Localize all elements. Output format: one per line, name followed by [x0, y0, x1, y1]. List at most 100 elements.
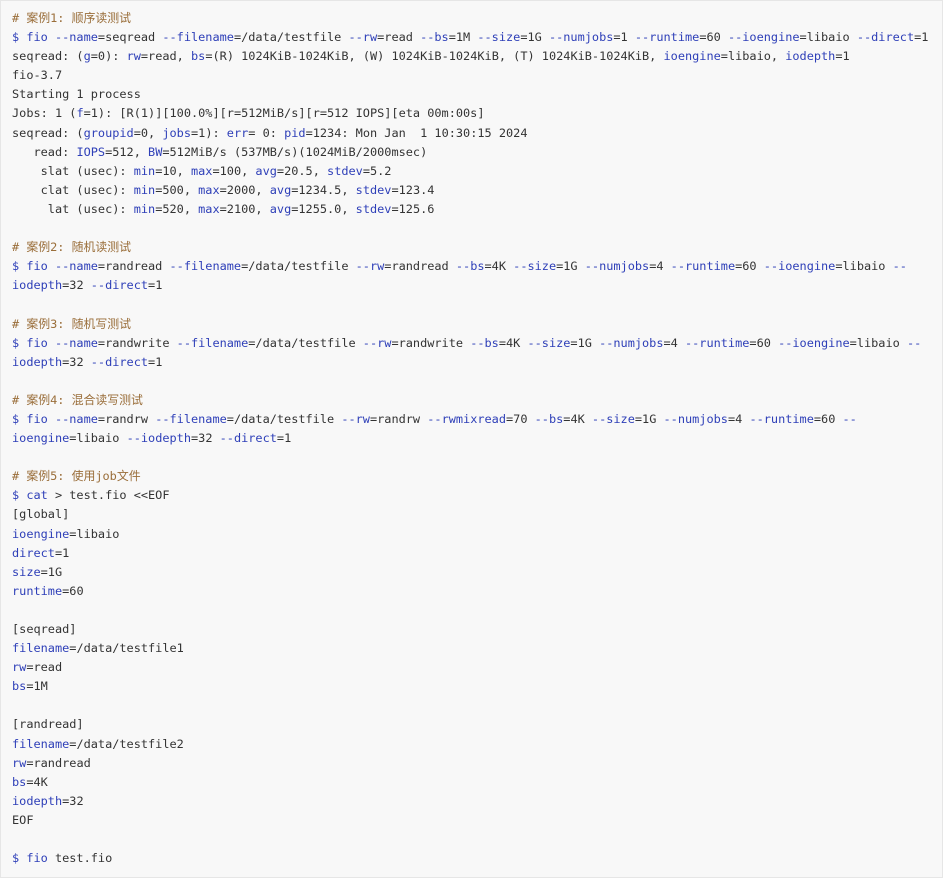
code-text: =(R) 1024KiB-1024KiB, (W) 1024KiB-1024Ki…: [205, 49, 664, 64]
code-line: ioengine=libaio --iodepth=32 --direct=1: [12, 429, 938, 448]
code-text: =/data/testfile: [248, 335, 363, 350]
code-line: iodepth=32 --direct=1: [12, 276, 938, 295]
code-keyword: --ioengine: [763, 259, 836, 274]
code-keyword: --direct: [90, 278, 149, 293]
code-keyword: --direct: [90, 354, 149, 369]
code-keyword: --name: [54, 335, 98, 350]
code-text: =1: [914, 30, 929, 45]
code-text: =1: [148, 354, 163, 369]
code-text: =randrw: [369, 411, 428, 426]
code-line: $ fio --name=randrw --filename=/data/tes…: [12, 410, 938, 429]
code-line: slat (usec): min=10, max=100, avg=20.5, …: [12, 162, 938, 181]
code-keyword: min: [133, 163, 156, 178]
code-keyword: bs: [191, 49, 206, 64]
code-text: =60: [749, 335, 779, 350]
code-keyword: --runtime: [749, 411, 814, 426]
code-text: =randread: [384, 259, 456, 274]
code-text: =1255.0,: [291, 201, 356, 216]
code-keyword: stdev: [355, 182, 392, 197]
code-keyword: rw: [12, 755, 27, 770]
code-text: =125.6: [391, 201, 435, 216]
code-line: direct=1: [12, 544, 938, 563]
code-text: =1M: [448, 30, 478, 45]
code-keyword: IOPS: [76, 144, 106, 159]
code-keyword: --size: [591, 411, 635, 426]
code-keyword: bs: [12, 774, 27, 789]
code-line: rw=read: [12, 658, 938, 677]
code-line: filename=/data/testfile2: [12, 735, 938, 754]
code-keyword: --: [892, 259, 907, 274]
code-text: =10,: [155, 163, 191, 178]
code-text: =seqread: [97, 30, 163, 45]
shell-prompt: $ fio: [12, 851, 48, 866]
code-keyword: --numjobs: [599, 335, 664, 350]
code-line: # 案例5: 使用job文件: [12, 467, 938, 486]
code-line: rw=randread: [12, 754, 938, 773]
code-line: seqread: (groupid=0, jobs=1): err= 0: pi…: [12, 124, 938, 143]
code-keyword: --size: [477, 30, 521, 45]
shell-prompt: $ fio: [12, 335, 55, 350]
code-text: =1: [148, 278, 163, 293]
code-keyword: groupid: [83, 125, 134, 140]
code-text: =60: [813, 411, 843, 426]
code-keyword: max: [198, 201, 220, 216]
code-keyword: avg: [269, 182, 292, 197]
code-text: =0,: [133, 125, 163, 140]
code-line: # 案例3: 随机写测试: [12, 315, 938, 334]
code-text: =1G: [520, 30, 549, 45]
code-keyword: --: [906, 335, 922, 350]
code-text: =100,: [212, 163, 256, 178]
code-keyword: max: [190, 163, 213, 178]
code-text: =60: [735, 259, 764, 274]
code-keyword: rw: [12, 660, 27, 675]
code-line: [global]: [12, 505, 938, 524]
code-text: =1234: Mon Jan 1 10:30:15 2024: [305, 125, 528, 140]
code-text: =read: [377, 30, 421, 45]
code-line: seqread: (g=0): rw=read, bs=(R) 1024KiB-…: [12, 47, 938, 66]
code-text: =512,: [105, 144, 149, 159]
code-keyword: --rw: [341, 411, 370, 426]
code-line: $ fio --name=randread --filename=/data/t…: [12, 257, 938, 276]
code-keyword: --size: [513, 259, 557, 274]
code-line: Starting 1 process: [12, 85, 938, 104]
code-text: =32: [62, 793, 84, 808]
code-keyword: size: [12, 564, 41, 579]
code-keyword: rw: [126, 49, 141, 64]
code-line: filename=/data/testfile1: [12, 639, 938, 658]
code-keyword: iodepth: [12, 354, 63, 369]
code-text: =123.4: [391, 182, 435, 197]
code-text: =0):: [90, 49, 127, 64]
code-text: =4K: [498, 335, 528, 350]
code-keyword: --iodepth: [126, 431, 191, 446]
code-keyword: --bs: [420, 30, 449, 45]
shell-prompt: $ cat: [12, 488, 48, 503]
code-line: bs=4K: [12, 773, 938, 792]
code-keyword: iodepth: [785, 49, 836, 64]
code-line: fio-3.7: [12, 66, 938, 85]
code-keyword: --name: [54, 411, 98, 426]
code-keyword: --rw: [355, 259, 385, 274]
code-text: =520,: [155, 201, 199, 216]
code-text: =libaio: [835, 259, 893, 274]
code-keyword: --name: [54, 30, 98, 45]
code-keyword: bs: [12, 679, 27, 694]
code-text: =60: [62, 583, 84, 598]
code-text: =20.5,: [276, 163, 328, 178]
code-text: =2100,: [219, 201, 270, 216]
code-line: # 案例2: 随机读测试: [12, 238, 938, 257]
code-text: =read: [26, 660, 63, 675]
code-keyword: --filename: [162, 30, 234, 45]
code-line: [randread]: [12, 715, 938, 734]
shell-prompt: $ fio: [12, 259, 55, 274]
code-text: =1G: [570, 335, 600, 350]
code-text: =4: [663, 335, 685, 350]
code-line: # 案例4: 混合读写测试: [12, 391, 938, 410]
code-line: [seqread]: [12, 620, 938, 639]
code-text: =libaio,: [720, 49, 786, 64]
code-keyword: --rwmixread: [427, 411, 506, 426]
code-text: =/data/testfile: [226, 411, 342, 426]
code-text: =1):: [191, 125, 227, 140]
code-keyword: min: [133, 201, 156, 216]
